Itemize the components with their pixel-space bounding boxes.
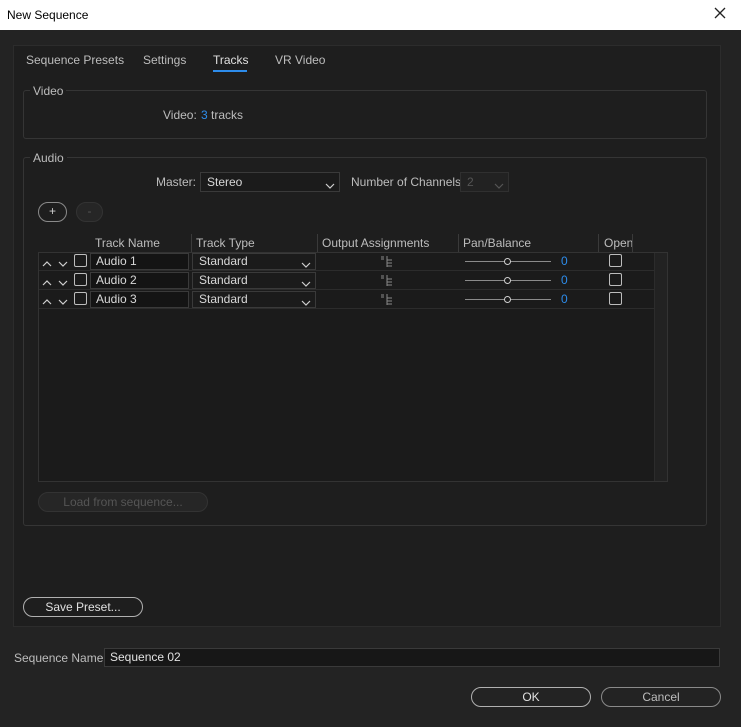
track-select-checkbox[interactable] <box>74 254 87 267</box>
open-checkbox[interactable] <box>609 254 622 267</box>
column-output-assignments: Output Assignments <box>322 236 430 250</box>
video-group-title: Video <box>30 84 67 98</box>
track-type-dropdown[interactable]: Standard <box>192 272 316 289</box>
output-assignment-icon[interactable] <box>380 255 394 271</box>
channels-dropdown[interactable]: 2 <box>460 172 509 192</box>
track-name-field[interactable]: Audio 2 <box>90 272 189 289</box>
pan-value[interactable]: 0 <box>561 254 568 268</box>
video-group <box>23 90 707 139</box>
move-up-icon[interactable] <box>42 295 52 305</box>
column-track-name: Track Name <box>95 236 160 250</box>
column-pan-balance: Pan/Balance <box>463 236 532 250</box>
track-type-value: Standard <box>199 254 248 268</box>
window-title: New Sequence <box>7 8 89 22</box>
save-preset-button[interactable]: Save Preset... <box>23 597 143 617</box>
pan-slider-knob[interactable] <box>503 258 511 265</box>
tab-tracks[interactable]: Tracks <box>213 53 249 67</box>
column-track-type: Track Type <box>196 236 255 250</box>
output-assignment-icon[interactable] <box>380 293 394 309</box>
video-tracks-label: Video: <box>163 108 197 122</box>
track-type-value: Standard <box>199 273 248 287</box>
sequence-name-input[interactable]: Sequence 02 <box>104 648 720 667</box>
column-divider <box>458 234 459 252</box>
table-row: Audio 1 Standard 0 <box>39 252 654 271</box>
table-row: Audio 2 Standard 0 <box>39 271 654 290</box>
chevron-down-icon <box>301 296 311 306</box>
track-name-field[interactable]: Audio 3 <box>90 291 189 308</box>
pan-value[interactable]: 0 <box>561 292 568 306</box>
tab-sequence-presets[interactable]: Sequence Presets <box>26 53 124 67</box>
cancel-button[interactable]: Cancel <box>601 687 721 707</box>
move-up-icon[interactable] <box>42 276 52 286</box>
video-tracks-count[interactable]: 3 <box>201 108 208 122</box>
master-label: Master: <box>156 175 197 189</box>
pan-slider-knob[interactable] <box>503 277 511 284</box>
column-divider <box>632 234 633 252</box>
chevron-down-icon <box>301 277 311 287</box>
active-tab-indicator <box>213 70 247 72</box>
title-bar: New Sequence <box>0 0 741 30</box>
close-icon[interactable] <box>713 6 727 20</box>
column-divider <box>598 234 599 252</box>
open-checkbox[interactable] <box>609 292 622 305</box>
open-checkbox[interactable] <box>609 273 622 286</box>
ok-button[interactable]: OK <box>471 687 591 707</box>
sequence-name-label: Sequence Name: <box>14 651 107 665</box>
move-down-icon[interactable] <box>58 276 68 286</box>
add-track-button[interactable]: + <box>38 202 67 222</box>
channels-label: Number of Channels: <box>351 175 465 189</box>
track-select-checkbox[interactable] <box>74 292 87 305</box>
move-down-icon[interactable] <box>58 257 68 267</box>
table-scrollbar[interactable] <box>654 253 667 481</box>
chevron-down-icon <box>494 177 504 189</box>
move-down-icon[interactable] <box>58 295 68 305</box>
tab-vr-video[interactable]: VR Video <box>275 53 325 67</box>
track-type-dropdown[interactable]: Standard <box>192 291 316 308</box>
audio-group-title: Audio <box>30 151 67 165</box>
column-open: Open <box>604 236 634 250</box>
output-assignment-icon[interactable] <box>380 274 394 290</box>
track-select-checkbox[interactable] <box>74 273 87 286</box>
load-from-sequence-button[interactable]: Load from sequence... <box>38 492 208 512</box>
column-divider <box>191 234 192 252</box>
table-row: Audio 3 Standard 0 <box>39 290 654 309</box>
master-dropdown[interactable]: Stereo <box>200 172 340 192</box>
chevron-down-icon <box>301 258 311 268</box>
channels-value: 2 <box>467 175 474 189</box>
pan-slider-knob[interactable] <box>503 296 511 303</box>
master-value: Stereo <box>207 175 243 189</box>
column-divider <box>317 234 318 252</box>
move-up-icon[interactable] <box>42 257 52 267</box>
track-name-field[interactable]: Audio 1 <box>90 253 189 270</box>
track-type-value: Standard <box>199 292 248 306</box>
pan-value[interactable]: 0 <box>561 273 568 287</box>
remove-track-button[interactable]: - <box>76 202 103 222</box>
chevron-down-icon <box>325 177 335 189</box>
track-type-dropdown[interactable]: Standard <box>192 253 316 270</box>
tab-settings[interactable]: Settings <box>143 53 186 67</box>
video-tracks-unit: tracks <box>211 108 244 122</box>
